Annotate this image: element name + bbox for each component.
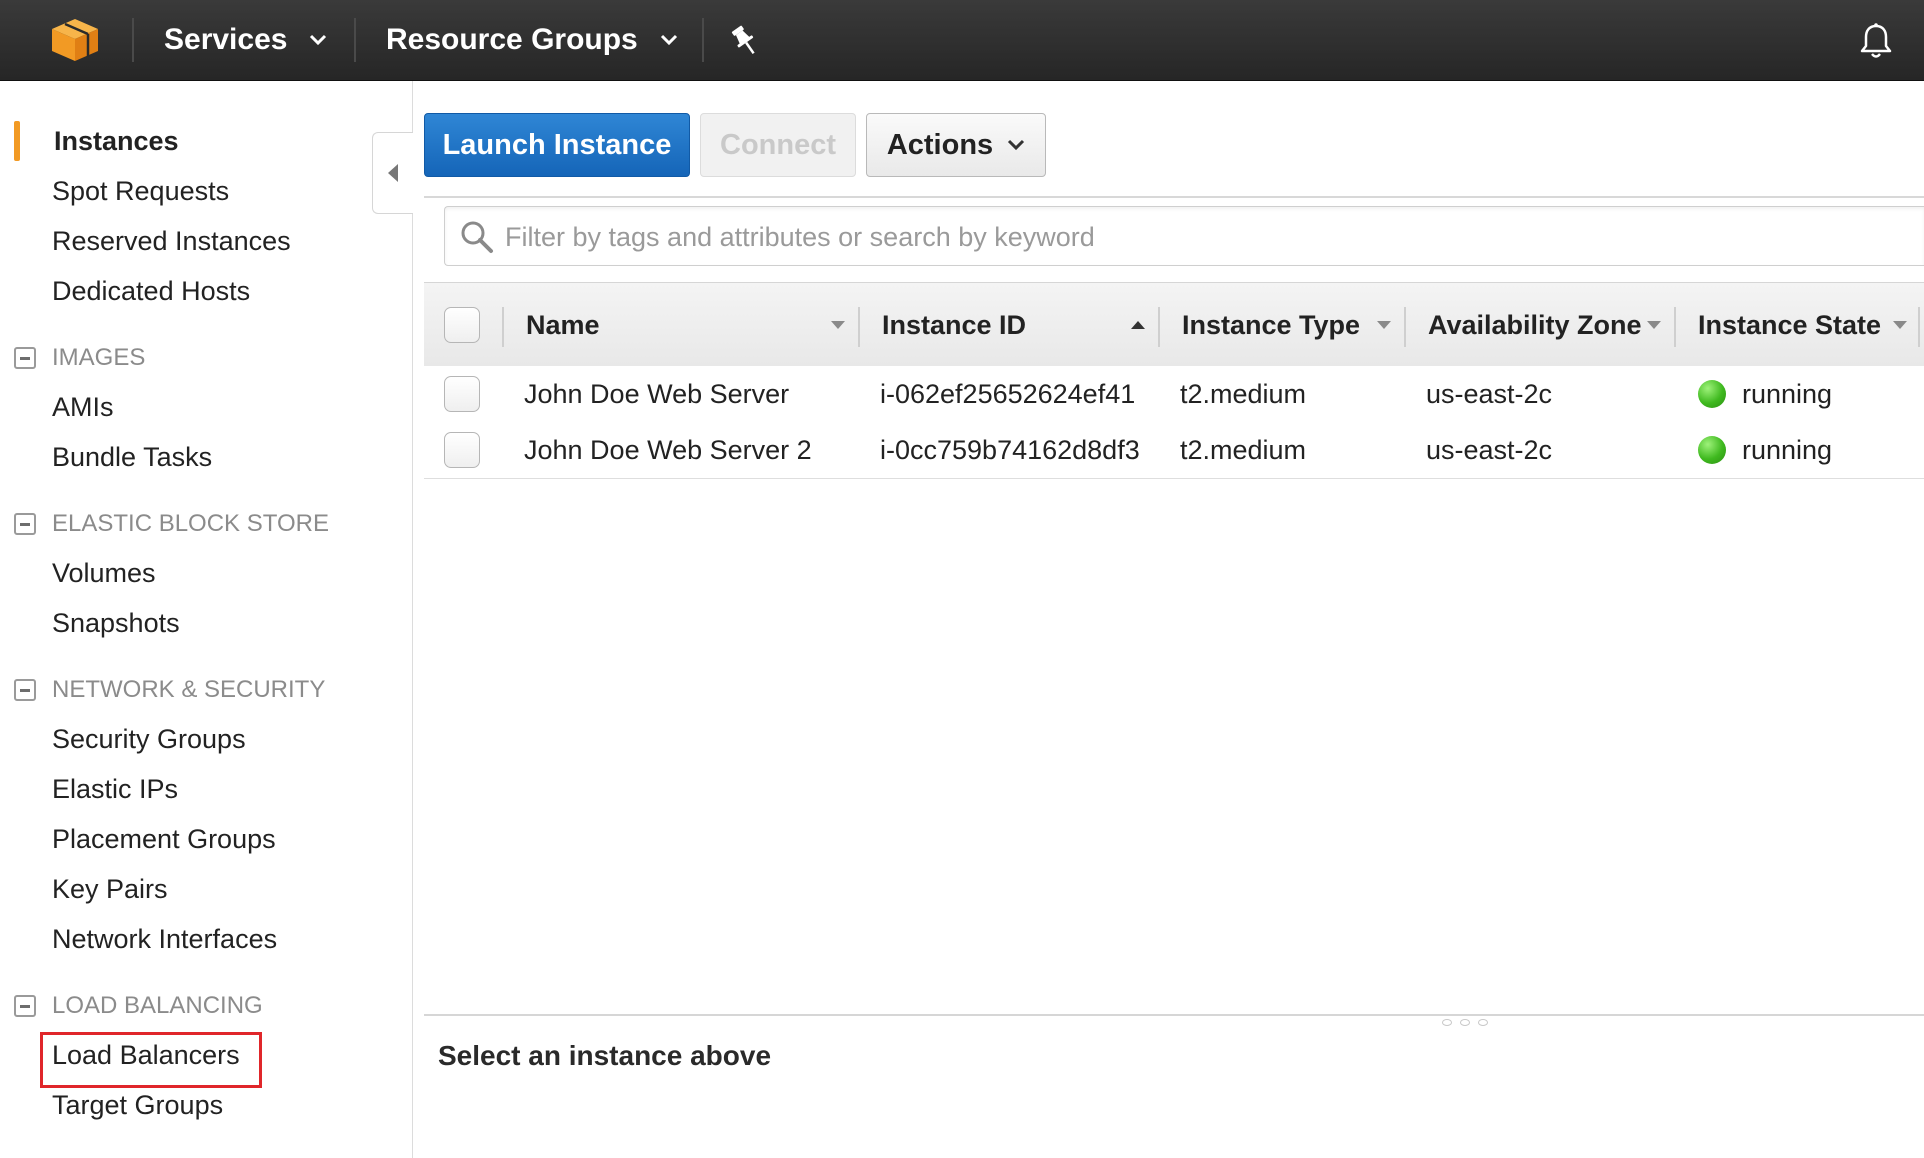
sidebar-section-load-balancing[interactable]: LOAD BALANCING	[14, 992, 263, 1020]
sort-down-icon[interactable]	[1646, 320, 1662, 330]
sidebar-item-dedicated-hosts[interactable]: Dedicated Hosts	[52, 276, 250, 307]
sidebar-section-elastic-block-store[interactable]: ELASTIC BLOCK STORE	[14, 510, 329, 538]
sort-down-icon[interactable]	[1892, 320, 1908, 330]
running-status-icon	[1698, 436, 1726, 464]
services-menu[interactable]: Services	[164, 0, 327, 80]
column-divider	[1674, 307, 1676, 347]
topbar-divider	[354, 18, 356, 62]
sidebar-item-snapshots[interactable]: Snapshots	[52, 608, 180, 639]
sidebar-item-amis[interactable]: AMIs	[52, 392, 114, 423]
sidebar-item-placement-groups[interactable]: Placement Groups	[52, 824, 276, 855]
column-divider	[502, 307, 504, 347]
resize-handle-icon[interactable]	[1442, 1019, 1488, 1026]
row-checkbox[interactable]	[444, 376, 480, 412]
top-navigation-bar: Services Resource Groups	[0, 0, 1924, 81]
instance-type: t2.medium	[1180, 434, 1307, 465]
filter-search-box[interactable]	[444, 206, 1924, 266]
sidebar-item-instances[interactable]: Instances	[54, 126, 179, 157]
bell-icon[interactable]	[1858, 22, 1894, 60]
detail-pane-divider	[424, 1014, 1924, 1016]
instance-state: running	[1742, 434, 1833, 465]
instance-name: John Doe Web Server	[524, 378, 790, 409]
collapse-sidebar-button[interactable]	[372, 132, 413, 214]
sort-down-icon[interactable]	[1376, 320, 1392, 330]
toolbar-divider	[424, 196, 1924, 198]
resource-groups-menu[interactable]: Resource Groups	[386, 0, 678, 80]
instances-table-header: Name Instance ID Instance Type Availabil…	[424, 282, 1924, 368]
section-label: ELASTIC BLOCK STORE	[52, 510, 329, 537]
sidebar-section-network-security[interactable]: NETWORK & SECURITY	[14, 676, 325, 704]
chevron-down-icon	[660, 34, 677, 46]
actions-label: Actions	[886, 128, 994, 161]
table-row[interactable]: John Doe Web Server 2 i-0cc759b74162d8df…	[424, 422, 1924, 479]
topbar-divider	[702, 18, 704, 62]
collapse-icon	[14, 513, 36, 535]
collapse-icon	[14, 679, 36, 701]
running-status-icon	[1698, 380, 1726, 408]
chevron-down-icon	[310, 34, 327, 46]
collapse-icon	[14, 995, 36, 1017]
search-input[interactable]	[503, 215, 1907, 259]
chevron-down-icon	[1008, 139, 1025, 151]
instance-id: i-062ef25652624ef41	[880, 378, 1136, 409]
sidebar-item-key-pairs[interactable]: Key Pairs	[52, 874, 168, 905]
ec2-sidebar: Instances Spot Requests Reserved Instanc…	[0, 81, 413, 1158]
instance-state: running	[1742, 378, 1833, 409]
row-checkbox[interactable]	[444, 432, 480, 468]
instance-id: i-0cc759b74162d8df3	[880, 434, 1140, 465]
column-divider	[1404, 307, 1406, 347]
column-header-instance-id[interactable]: Instance ID	[882, 283, 1026, 367]
column-divider	[1918, 307, 1920, 347]
collapse-icon	[14, 347, 36, 369]
sidebar-item-security-groups[interactable]: Security Groups	[52, 724, 246, 755]
section-label: NETWORK & SECURITY	[52, 676, 326, 703]
availability-zone: us-east-2c	[1426, 434, 1553, 465]
connect-button[interactable]: Connect	[700, 113, 856, 177]
launch-instance-button[interactable]: Launch Instance	[424, 113, 690, 177]
topbar-divider	[132, 18, 134, 62]
sidebar-item-load-balancers[interactable]: Load Balancers	[52, 1040, 240, 1071]
column-divider	[1158, 307, 1160, 347]
column-divider	[858, 307, 860, 347]
section-label: IMAGES	[52, 344, 146, 371]
aws-cube-logo[interactable]	[50, 17, 100, 63]
section-label: LOAD BALANCING	[52, 992, 263, 1019]
pushpin-icon[interactable]	[730, 24, 760, 58]
sidebar-item-spot-requests[interactable]: Spot Requests	[52, 176, 229, 207]
select-all-checkbox[interactable]	[444, 307, 480, 343]
sort-down-icon[interactable]	[830, 320, 846, 330]
detail-pane-message: Select an instance above	[438, 1040, 772, 1071]
sidebar-item-network-interfaces[interactable]: Network Interfaces	[52, 924, 277, 955]
sidebar-item-volumes[interactable]: Volumes	[52, 558, 156, 589]
column-header-instance-state[interactable]: Instance State	[1698, 283, 1881, 367]
table-row[interactable]: John Doe Web Server i-062ef25652624ef41 …	[424, 366, 1924, 423]
sidebar-item-elastic-ips[interactable]: Elastic IPs	[52, 774, 178, 805]
availability-zone: us-east-2c	[1426, 378, 1553, 409]
sidebar-item-target-groups[interactable]: Target Groups	[52, 1090, 223, 1121]
chevron-left-icon	[388, 164, 398, 182]
sidebar-section-images[interactable]: IMAGES	[14, 344, 145, 372]
search-icon	[461, 221, 493, 253]
sort-up-icon[interactable]	[1130, 320, 1146, 330]
instance-type: t2.medium	[1180, 378, 1307, 409]
column-header-name[interactable]: Name	[526, 283, 600, 367]
instance-name: John Doe Web Server 2	[524, 434, 812, 465]
column-header-instance-type[interactable]: Instance Type	[1182, 283, 1360, 367]
sidebar-item-reserved-instances[interactable]: Reserved Instances	[52, 226, 291, 257]
services-label: Services	[164, 23, 288, 56]
active-item-indicator	[14, 121, 20, 161]
sidebar-item-bundle-tasks[interactable]: Bundle Tasks	[52, 442, 212, 473]
actions-dropdown-button[interactable]: Actions	[866, 113, 1046, 177]
column-header-availability-zone[interactable]: Availability Zone	[1428, 283, 1642, 367]
resource-groups-label: Resource Groups	[386, 23, 638, 56]
